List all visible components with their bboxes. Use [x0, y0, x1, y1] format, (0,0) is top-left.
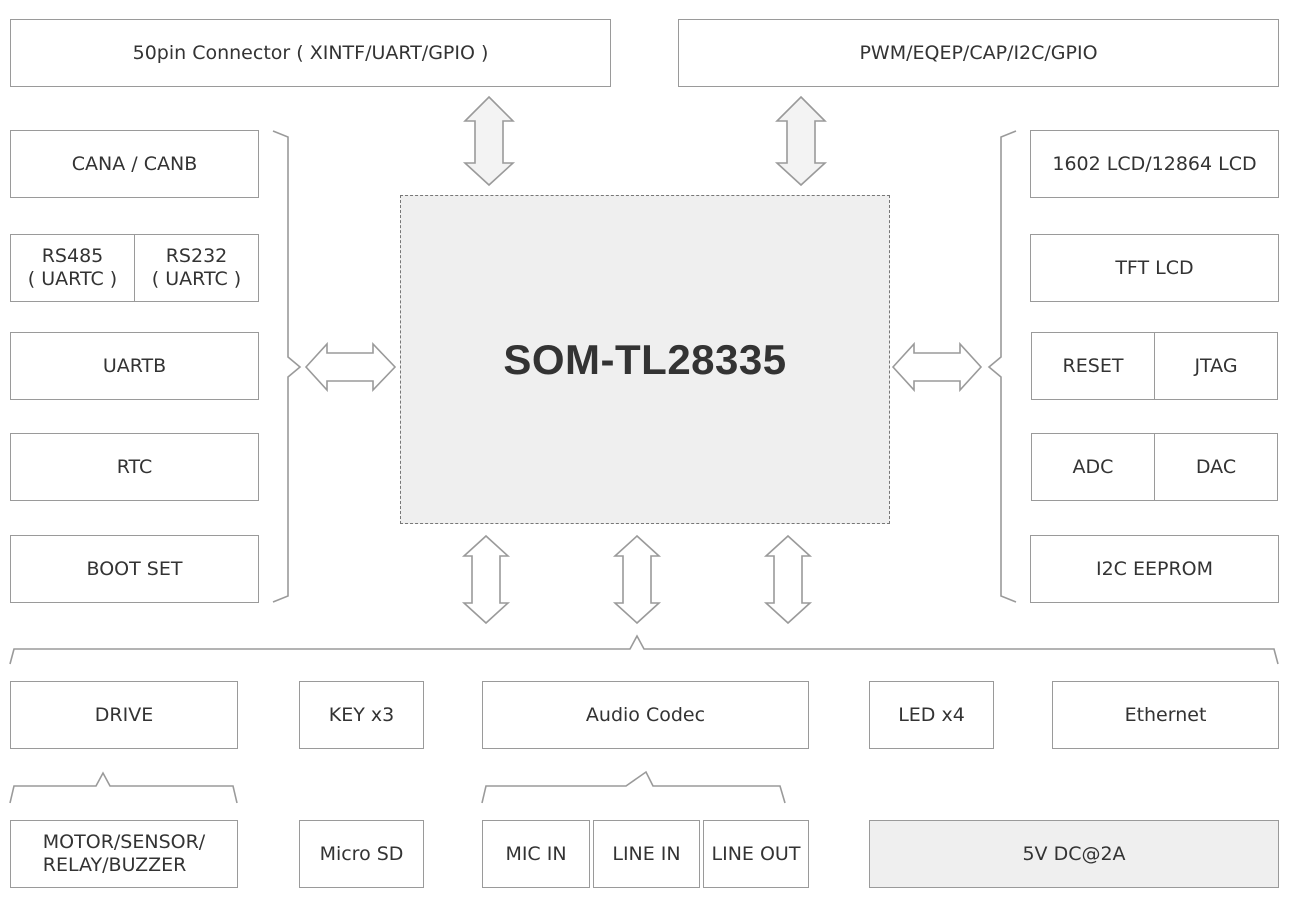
key-label: KEY x3 [328, 703, 395, 726]
power-5v-box: 5V DC@2A [869, 820, 1279, 888]
bottom-group-brace [9, 634, 1279, 665]
boot-set-label: BOOT SET [86, 557, 183, 580]
arrow-top-right-bidirectional [774, 95, 828, 187]
rs232-sublabel: ( UARTC ) [151, 268, 242, 290]
dac-label: DAC [1195, 455, 1237, 478]
i2c-eeprom-label: I2C EEPROM [1095, 557, 1213, 580]
pwm-eqep-cap-i2c-gpio-label: PWM/EQEP/CAP/I2C/GPIO [859, 41, 1098, 64]
50pin-connector-box: 50pin Connector ( XINTF/UART/GPIO ) [10, 19, 611, 87]
audio-group-brace [481, 770, 786, 804]
arrow-left-bidirectional [304, 341, 397, 393]
ethernet-label: Ethernet [1124, 703, 1207, 726]
drive-box: DRIVE [10, 681, 238, 749]
drive-devices-box: MOTOR/SENSOR/ RELAY/BUZZER [10, 820, 238, 888]
jtag-label: JTAG [1194, 354, 1238, 377]
arrow-bottom-right-bidirectional [763, 534, 813, 625]
drive-group-brace [9, 771, 238, 804]
jtag-cell: JTAG [1154, 333, 1277, 399]
lcd-box: 1602 LCD/12864 LCD [1030, 130, 1279, 198]
rtc-label: RTC [116, 455, 153, 478]
drive-label: DRIVE [94, 703, 154, 726]
arrow-bottom-center-bidirectional [612, 534, 662, 625]
line-out-label: LINE OUT [711, 842, 801, 865]
dac-cell: DAC [1154, 434, 1277, 500]
arrow-bottom-left-bidirectional [461, 534, 511, 625]
rs485-sublabel: ( UARTC ) [27, 268, 118, 290]
i2c-eeprom-box: I2C EEPROM [1030, 535, 1279, 603]
pwm-eqep-cap-i2c-gpio-box: PWM/EQEP/CAP/I2C/GPIO [678, 19, 1279, 87]
mic-in-label: MIC IN [505, 842, 567, 865]
audio-codec-box: Audio Codec [482, 681, 809, 749]
reset-label: RESET [1062, 354, 1124, 377]
can-box: CANA / CANB [10, 130, 259, 198]
left-group-brace [272, 130, 302, 603]
right-group-brace [987, 130, 1017, 603]
audio-codec-label: Audio Codec [585, 703, 706, 726]
rs485-label: RS485 [41, 245, 104, 268]
mic-in-box: MIC IN [482, 820, 590, 888]
rs485-cell: RS485 ( UARTC ) [11, 235, 134, 301]
drive-devices-line-1: MOTOR/SENSOR/ [42, 831, 206, 854]
led-box: LED x4 [869, 681, 994, 749]
rs232-cell: RS232 ( UARTC ) [134, 235, 258, 301]
adc-cell: ADC [1032, 434, 1154, 500]
power-5v-label: 5V DC@2A [1022, 842, 1126, 865]
adc-dac-box: ADC DAC [1031, 433, 1278, 501]
tft-lcd-label: TFT LCD [1115, 256, 1194, 279]
line-in-box: LINE IN [593, 820, 700, 888]
adc-label: ADC [1072, 455, 1114, 478]
boot-set-box: BOOT SET [10, 535, 259, 603]
uartb-box: UARTB [10, 332, 259, 400]
led-label: LED x4 [898, 703, 965, 726]
uartb-label: UARTB [102, 354, 167, 377]
rs232-label: RS232 [165, 245, 228, 268]
can-label: CANA / CANB [71, 152, 198, 175]
arrow-top-left-bidirectional [462, 95, 516, 187]
drive-devices-line-2: RELAY/BUZZER [42, 854, 187, 876]
reset-jtag-box: RESET JTAG [1031, 332, 1278, 400]
ethernet-box: Ethernet [1052, 681, 1279, 749]
micro-sd-box: Micro SD [299, 820, 424, 888]
50pin-connector-label: 50pin Connector ( XINTF/UART/GPIO ) [132, 41, 489, 64]
reset-cell: RESET [1032, 333, 1154, 399]
arrow-right-bidirectional [891, 341, 983, 393]
tft-lcd-box: TFT LCD [1030, 234, 1279, 302]
lcd-label: 1602 LCD/12864 LCD [1052, 152, 1257, 175]
rtc-box: RTC [10, 433, 259, 501]
som-core-module: SOM-TL28335 [400, 195, 890, 524]
line-out-box: LINE OUT [703, 820, 809, 888]
line-in-label: LINE IN [612, 842, 681, 865]
som-core-title: SOM-TL28335 [503, 335, 787, 383]
micro-sd-label: Micro SD [319, 842, 404, 865]
rs485-rs232-box: RS485 ( UARTC ) RS232 ( UARTC ) [10, 234, 259, 302]
key-box: KEY x3 [299, 681, 424, 749]
